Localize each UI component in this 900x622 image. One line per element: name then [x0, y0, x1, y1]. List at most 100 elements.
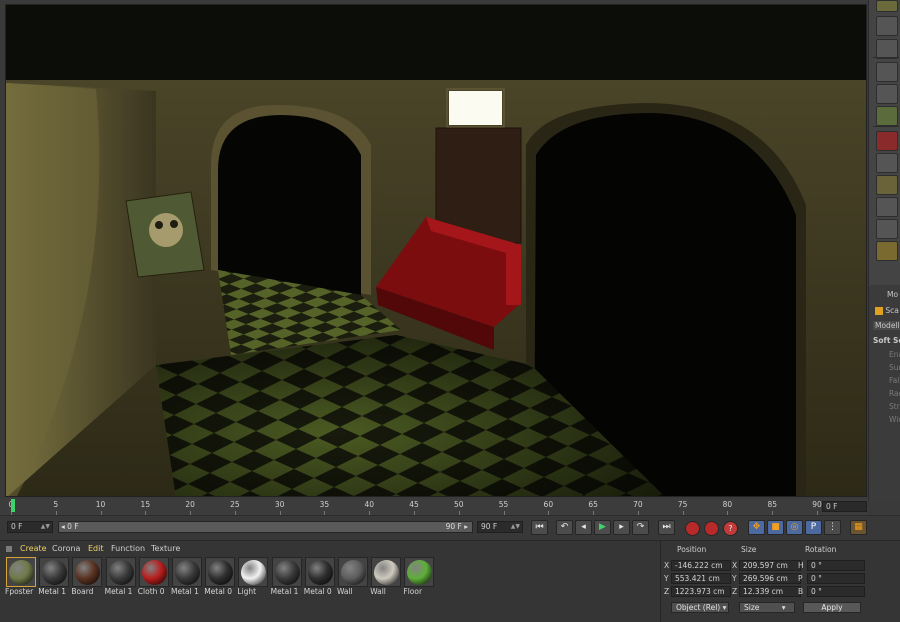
previous-frame-icon[interactable]: ◂	[575, 520, 592, 535]
rotation-p-field[interactable]: 0 °	[807, 573, 865, 584]
position-x-field[interactable]: -146.222 cm	[671, 560, 731, 571]
plane-tool-icon[interactable]	[876, 39, 898, 59]
position-z-field[interactable]: 1223.973 cm	[671, 586, 731, 597]
chevron-down-icon: ▾	[781, 603, 786, 612]
material-name: Floor	[403, 587, 423, 596]
material-swatch[interactable]: Wall	[337, 556, 369, 596]
current-frame-field[interactable]: 0 F	[822, 501, 867, 512]
material-swatch[interactable]: Board	[71, 556, 103, 596]
deformer-icon[interactable]	[876, 84, 898, 104]
next-frame-icon[interactable]: ▸	[613, 520, 630, 535]
subdivision-icon[interactable]	[876, 62, 898, 82]
render-icon[interactable]	[876, 241, 898, 261]
size-header: Size	[741, 545, 757, 554]
menu-corona[interactable]: Corona	[52, 544, 80, 553]
play-icon[interactable]: ▶	[594, 520, 611, 535]
light-icon[interactable]	[876, 175, 898, 195]
material-preview	[271, 557, 302, 587]
material-preview	[404, 557, 435, 587]
timeline-tick-label: 45	[409, 500, 419, 509]
material-swatch[interactable]: Fposter	[5, 556, 37, 596]
cube-tool-icon[interactable]	[876, 0, 898, 12]
rotate-key-icon[interactable]: ◎	[786, 520, 803, 535]
coordinate-mode-dropdown[interactable]: Object (Rel) ▾	[671, 602, 729, 613]
start-frame-field[interactable]: 0 F ▲▼	[7, 521, 53, 533]
menu-create[interactable]: Create	[20, 544, 47, 553]
attr-item-surface[interactable]: Surf	[889, 363, 900, 372]
timeline-window-icon[interactable]: ▦	[850, 520, 867, 535]
go-to-end-icon[interactable]: ⏭	[658, 520, 675, 535]
menu-texture[interactable]: Texture	[151, 544, 180, 553]
material-swatch[interactable]: Wall	[370, 556, 402, 596]
material-sphere	[241, 560, 267, 585]
size-z-field[interactable]: 12.339 cm	[739, 586, 801, 597]
material-swatch[interactable]: Metal 0	[304, 556, 336, 596]
material-preview	[304, 557, 335, 587]
material-swatch[interactable]: Light	[237, 556, 269, 596]
playhead[interactable]	[11, 499, 15, 512]
size-mode-dropdown[interactable]: Size ▾	[739, 602, 795, 613]
material-preview	[371, 557, 402, 587]
menu-edit[interactable]: Edit	[88, 544, 104, 553]
attr-tab-mode[interactable]: Mo	[887, 290, 898, 299]
scale-key-icon[interactable]: ■	[767, 520, 784, 535]
rot-axis-p: P	[798, 574, 803, 583]
attr-item-radius[interactable]: Rad	[889, 389, 900, 398]
scene-icon[interactable]	[876, 106, 898, 126]
attr-item-falloff[interactable]: Fall	[889, 376, 900, 385]
rotation-h-field[interactable]: 0 °	[807, 560, 865, 571]
previous-key-icon[interactable]: ↶	[556, 520, 573, 535]
move-key-icon[interactable]: ✥	[748, 520, 765, 535]
timeline[interactable]: 051015202530354045505560657075808590 0 F	[0, 498, 868, 515]
spline-icon[interactable]	[876, 219, 898, 239]
attr-item-enable[interactable]: Ena	[889, 350, 900, 359]
grip-icon	[6, 546, 12, 552]
preview-range-slider[interactable]: ◂ 0 F 90 F ▸	[58, 521, 473, 533]
material-swatch[interactable]: Metal 1	[38, 556, 70, 596]
tag-icon[interactable]	[876, 197, 898, 217]
parameter-key-icon[interactable]: P	[805, 520, 822, 535]
timeline-tick-label: 30	[274, 500, 285, 509]
material-swatch[interactable]: Floor	[403, 556, 435, 596]
apply-button[interactable]: Apply	[803, 602, 861, 613]
rotation-b-field[interactable]: 0 °	[807, 586, 865, 597]
material-swatch[interactable]: Metal 1	[171, 556, 203, 596]
material-swatch[interactable]: Metal 1	[271, 556, 303, 596]
position-y-field[interactable]: 553.421 cm	[671, 573, 731, 584]
rot-axis-b: B	[798, 587, 804, 596]
next-key-icon[interactable]: ↷	[632, 520, 649, 535]
material-swatch[interactable]: Metal 0	[204, 556, 236, 596]
size-mode-value: Size	[744, 603, 760, 612]
material-preview	[6, 557, 36, 587]
camera-icon[interactable]	[876, 131, 898, 151]
record-active-icon[interactable]	[685, 521, 700, 536]
viewport[interactable]	[5, 4, 867, 497]
timeline-tick-label: 25	[230, 500, 240, 509]
material-sphere	[307, 560, 333, 585]
position-header: Position	[677, 545, 707, 554]
range-end: 90 F ▸	[445, 522, 468, 531]
size-y-field[interactable]: 269.596 cm	[739, 573, 801, 584]
material-swatch[interactable]: Metal 1	[105, 556, 137, 596]
soft-selection-heading: Soft Sel	[873, 336, 900, 345]
menu-function[interactable]: Function	[111, 544, 145, 553]
floor-icon[interactable]	[876, 153, 898, 173]
go-to-start-icon[interactable]: ⏮	[531, 520, 548, 535]
material-sphere	[341, 560, 366, 585]
rot-axis-h: H	[798, 561, 804, 570]
attr-object-row[interactable]: Sca	[875, 306, 899, 315]
keyframe-selection-icon[interactable]: ?	[723, 521, 738, 536]
tab-modelling[interactable]: Modelli	[873, 321, 900, 330]
pla-key-icon[interactable]: ⋮	[824, 520, 841, 535]
size-x-field[interactable]: 209.597 cm	[739, 560, 801, 571]
attr-item-strength[interactable]: Stre	[889, 402, 900, 411]
material-swatch[interactable]: Cloth 0	[138, 556, 170, 596]
timeline-ruler[interactable]: 051015202530354045505560657075808590	[8, 498, 823, 515]
timeline-tick-label: 80	[722, 500, 733, 509]
pen-tool-icon[interactable]	[876, 16, 898, 36]
autokey-icon[interactable]	[704, 521, 719, 536]
timeline-tick-label: 60	[543, 500, 554, 509]
end-frame-field[interactable]: 90 F ▲▼	[477, 521, 523, 533]
material-sphere	[141, 560, 167, 585]
attr-item-width[interactable]: Wid	[889, 415, 900, 424]
